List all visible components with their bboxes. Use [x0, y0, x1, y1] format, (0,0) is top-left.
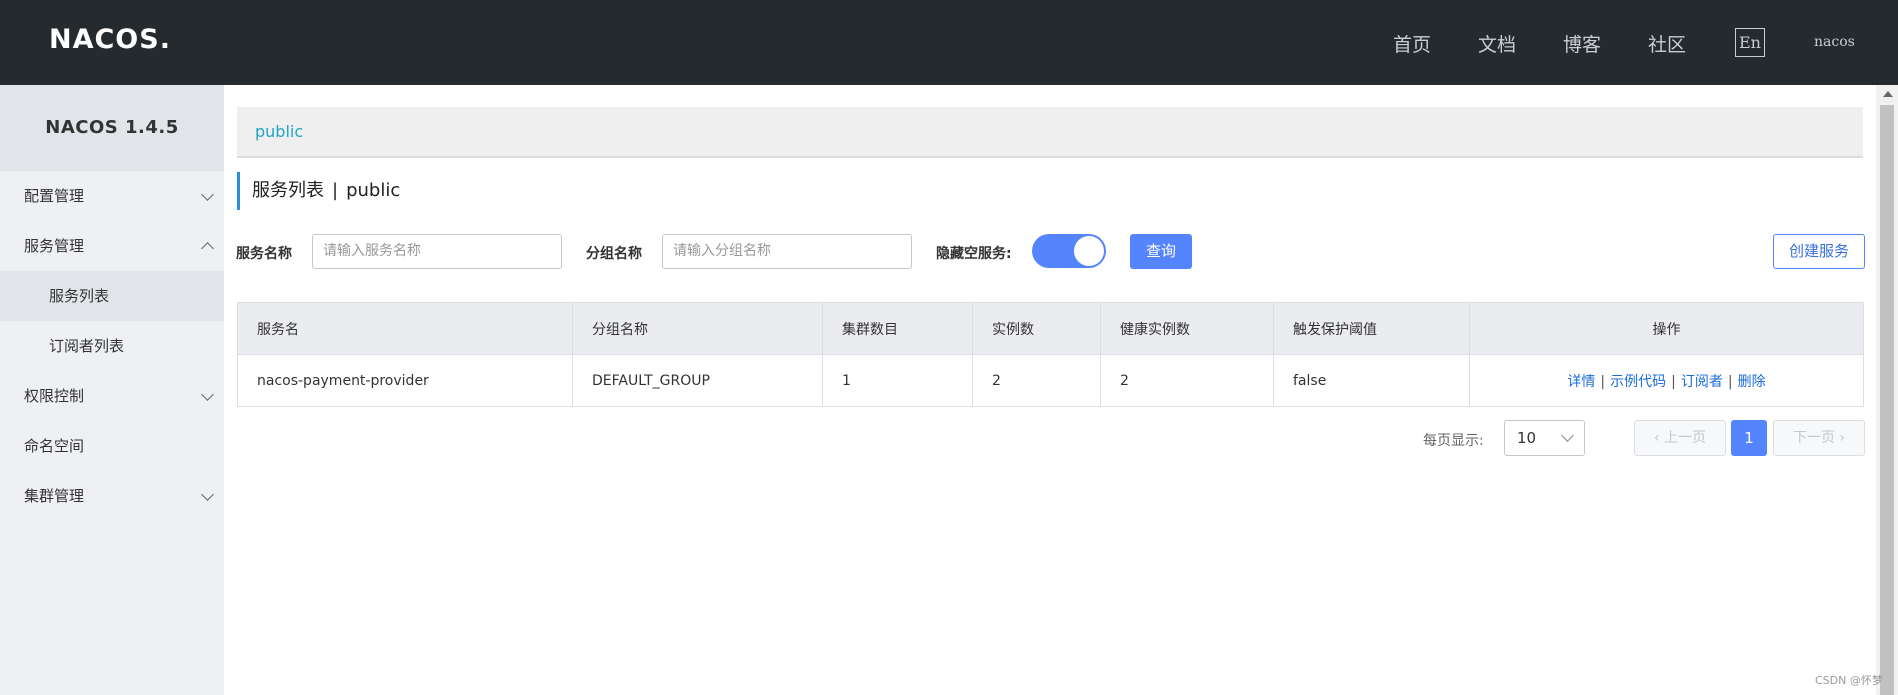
vertical-scrollbar[interactable]	[1876, 85, 1898, 695]
sidebar-item-label: 权限控制	[24, 387, 85, 405]
column-header: 服务名	[237, 302, 573, 355]
chevron-left-icon: ‹	[1653, 430, 1665, 446]
sidebar-item-service-management[interactable]: 服务管理	[0, 221, 224, 271]
cluster-count-cell: 1	[822, 354, 973, 407]
query-button[interactable]: 查询	[1130, 234, 1192, 269]
sidebar-item-cluster-management[interactable]: 集群管理	[0, 471, 224, 521]
sidebar-item-access-control[interactable]: 权限控制	[0, 371, 224, 421]
sidebar-item-config-management[interactable]: 配置管理	[0, 171, 224, 221]
chevron-down-icon	[201, 388, 214, 401]
page-size-select[interactable]: 10	[1504, 420, 1585, 456]
page-title-main: 服务列表	[252, 180, 324, 201]
sidebar-item-namespace[interactable]: 命名空间	[0, 421, 224, 471]
page-size-label: 每页显示:	[1423, 433, 1484, 449]
next-page-label: 下一页	[1792, 430, 1835, 446]
sidebar-item-label: 订阅者列表	[49, 337, 125, 355]
nav-blog-link[interactable]: 博客	[1563, 30, 1601, 57]
nav-community-link[interactable]: 社区	[1648, 30, 1686, 57]
sidebar-item-label: 服务管理	[24, 237, 85, 255]
table-header-row: 服务名 分组名称 集群数目 实例数 健康实例数 触发保护阈值 操作	[237, 302, 1864, 355]
user-menu[interactable]: nacos	[1814, 34, 1855, 50]
sidebar-item-subscriber-list[interactable]: 订阅者列表	[0, 321, 224, 371]
nav-docs-link[interactable]: 文档	[1478, 30, 1516, 57]
service-name-label: 服务名称	[236, 246, 292, 262]
page-title: 服务列表 | public	[237, 172, 400, 210]
separator: |	[1671, 373, 1676, 390]
namespace-bar: public	[237, 107, 1863, 158]
next-page-button[interactable]: 下一页 ›	[1773, 420, 1865, 456]
column-header: 集群数目	[822, 302, 973, 355]
sidebar-item-label: 配置管理	[24, 187, 85, 205]
delete-link[interactable]: 删除	[1738, 374, 1766, 390]
top-header: NACOS. 首页 文档 博客 社区 En nacos	[0, 0, 1898, 85]
service-name-cell: nacos-payment-provider	[237, 354, 573, 407]
separator: |	[1727, 373, 1733, 390]
nacos-logo[interactable]: NACOS.	[49, 24, 171, 55]
chevron-down-icon	[1561, 429, 1574, 442]
sidebar-item-label: 命名空间	[24, 437, 85, 455]
namespace-link[interactable]: public	[255, 122, 303, 141]
subscribers-link[interactable]: 订阅者	[1681, 374, 1723, 390]
group-name-label: 分组名称	[586, 246, 642, 262]
sample-code-link[interactable]: 示例代码	[1610, 374, 1666, 390]
sidebar-title: NACOS 1.4.5	[0, 85, 224, 171]
toggle-knob	[1074, 236, 1104, 266]
prev-page-label: 上一页	[1664, 430, 1707, 446]
nav-home-link[interactable]: 首页	[1393, 30, 1431, 57]
separator: |	[1600, 373, 1606, 390]
scrollbar-thumb[interactable]	[1880, 105, 1894, 695]
service-table: 服务名 分组名称 集群数目 实例数 健康实例数 触发保护阈值 操作 nacos-…	[237, 302, 1864, 407]
chevron-right-icon: ›	[1834, 430, 1846, 446]
group-name-cell: DEFAULT_GROUP	[572, 354, 823, 407]
instance-count-cell: 2	[972, 354, 1101, 407]
sidebar-item-label: 集群管理	[24, 487, 85, 505]
watermark: CSDN @怀梦	[1815, 674, 1883, 687]
table-row: nacos-payment-provider DEFAULT_GROUP 1 2…	[237, 354, 1864, 407]
sidebar: NACOS 1.4.5 配置管理 服务管理 服务列表 订阅者列表 权限控制 命名…	[0, 85, 224, 695]
details-link[interactable]: 详情	[1567, 374, 1595, 390]
column-header: 分组名称	[572, 302, 823, 355]
column-header: 健康实例数	[1100, 302, 1274, 355]
page-title-namespace: public	[346, 180, 401, 201]
main-content: public 服务列表 | public 服务名称 请输入服务名称 分组名称 请输入…	[224, 85, 1876, 695]
column-header: 操作	[1469, 302, 1864, 355]
language-toggle-button[interactable]: En	[1735, 28, 1765, 57]
chevron-down-icon	[201, 188, 214, 201]
service-name-input[interactable]: 请输入服务名称	[312, 234, 562, 269]
hide-empty-toggle[interactable]	[1032, 234, 1106, 268]
column-header: 实例数	[972, 302, 1101, 355]
current-page-button[interactable]: 1	[1731, 420, 1767, 456]
sidebar-item-service-list[interactable]: 服务列表	[0, 271, 224, 321]
group-name-input[interactable]: 请输入分组名称	[662, 234, 912, 269]
protect-threshold-cell: false	[1273, 354, 1470, 407]
prev-page-button[interactable]: ‹ 上一页	[1634, 420, 1726, 456]
sidebar-item-label: 服务列表	[49, 287, 110, 305]
operations-cell: 详情 | 示例代码 | 订阅者 | 删除	[1469, 354, 1864, 407]
chevron-up-icon	[201, 242, 214, 255]
column-header: 触发保护阈值	[1273, 302, 1470, 355]
scroll-up-arrow-icon[interactable]	[1883, 91, 1893, 97]
healthy-instance-count-cell: 2	[1100, 354, 1274, 407]
page-size-value: 10	[1517, 429, 1537, 447]
page-title-separator: |	[332, 180, 339, 201]
hide-empty-label: 隐藏空服务:	[936, 246, 1012, 262]
chevron-down-icon	[201, 488, 214, 501]
create-service-button[interactable]: 创建服务	[1773, 234, 1865, 269]
